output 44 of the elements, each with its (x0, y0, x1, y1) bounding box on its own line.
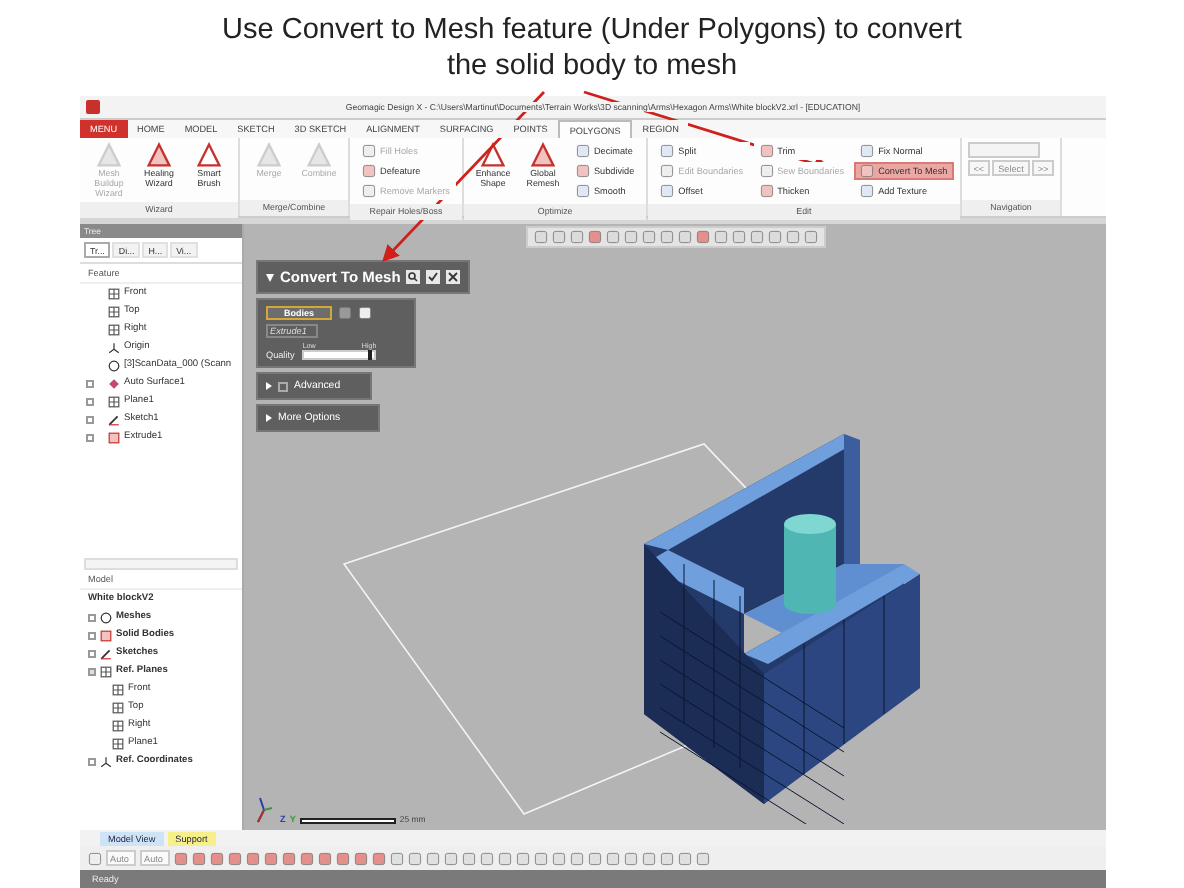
close-button[interactable] (446, 270, 461, 284)
ok-button[interactable] (426, 270, 441, 284)
expand-icon[interactable] (88, 631, 96, 639)
plane-icon (100, 665, 112, 677)
axis-triad-icon (252, 792, 276, 824)
navigation-dropdown[interactable] (967, 142, 1040, 158)
search-button[interactable] (406, 270, 421, 284)
expand-icon[interactable] (86, 415, 94, 423)
app-icon (86, 100, 100, 114)
expand-icon[interactable] (88, 613, 96, 621)
slide-title: Use Convert to Mesh feature (Under Polygons) to convert (222, 13, 962, 47)
expand-icon[interactable] (86, 379, 94, 387)
expand-icon[interactable] (88, 757, 96, 765)
pencil-icon (100, 647, 112, 659)
caret-icon[interactable] (266, 273, 274, 281)
scrollbar[interactable] (84, 558, 238, 570)
plane-icon (108, 395, 120, 407)
plane-icon (108, 305, 120, 317)
slide-title: the solid body to mesh (446, 49, 738, 83)
tool-icon (88, 851, 102, 865)
plane-icon (112, 683, 124, 695)
tool-icon (146, 142, 172, 168)
plane-icon (108, 287, 120, 299)
circle-icon (100, 611, 112, 623)
expand-icon[interactable] (86, 397, 94, 405)
tool-icon (529, 142, 556, 168)
slider-thumb[interactable] (367, 350, 372, 360)
circle-icon (108, 359, 120, 371)
extrude-icon (100, 629, 112, 641)
quality-slider[interactable] (302, 350, 377, 360)
extrude-icon (108, 431, 120, 443)
pencil-icon (108, 413, 120, 425)
surface-icon (108, 377, 120, 389)
checkbox[interactable] (278, 381, 288, 391)
plane-icon (112, 737, 124, 749)
axes-icon (108, 341, 120, 353)
axes-icon (100, 755, 112, 767)
expand-icon[interactable] (86, 433, 94, 441)
expand-icon[interactable] (88, 649, 96, 657)
plane-icon (108, 323, 120, 335)
plane-icon (112, 701, 124, 713)
scale-bar (299, 818, 396, 824)
collapse-icon[interactable] (88, 667, 96, 675)
plane-icon (112, 719, 124, 731)
